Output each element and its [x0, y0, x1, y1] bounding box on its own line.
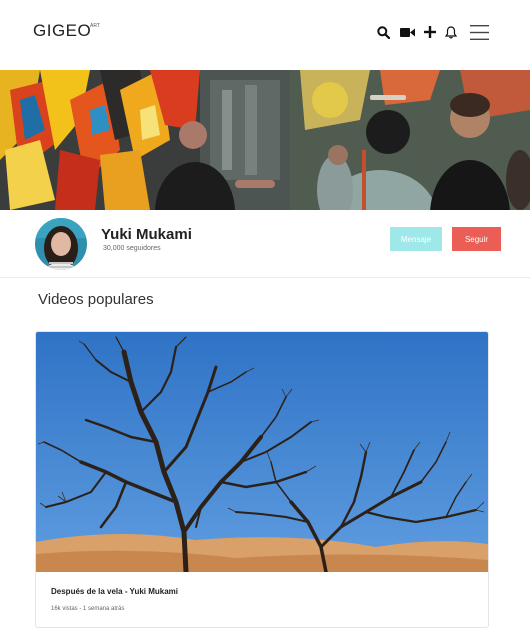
follower-count: 30,000 seguidores [103, 245, 161, 252]
logo-superscript: ART [90, 23, 100, 29]
logo[interactable]: GIGEO ART [33, 21, 100, 41]
section-title: Videos populares [38, 291, 154, 308]
cover-banner [0, 70, 530, 210]
menu-icon[interactable] [469, 24, 489, 40]
top-navbar: GIGEO ART [0, 0, 530, 70]
follow-button[interactable]: Seguir [452, 227, 501, 251]
profile-header: Yuki Mukami 30,000 seguidores Mensaje Se… [0, 210, 530, 278]
search-icon[interactable] [375, 24, 391, 40]
profile-name: Yuki Mukami [101, 226, 192, 243]
video-card[interactable]: Después de la vela - Yuki Mukami 16k vis… [35, 331, 489, 628]
bell-icon[interactable] [443, 24, 459, 40]
video-title[interactable]: Después de la vela - Yuki Mukami [51, 587, 178, 596]
video-thumbnail[interactable] [36, 332, 488, 572]
message-button[interactable]: Mensaje [390, 227, 442, 251]
avatar[interactable] [35, 218, 87, 270]
logo-text: GIGEO [33, 21, 92, 40]
video-meta: 16k vistas - 1 semana atrás [51, 606, 125, 612]
plus-icon[interactable] [422, 24, 438, 40]
video-camera-icon[interactable] [399, 24, 415, 40]
